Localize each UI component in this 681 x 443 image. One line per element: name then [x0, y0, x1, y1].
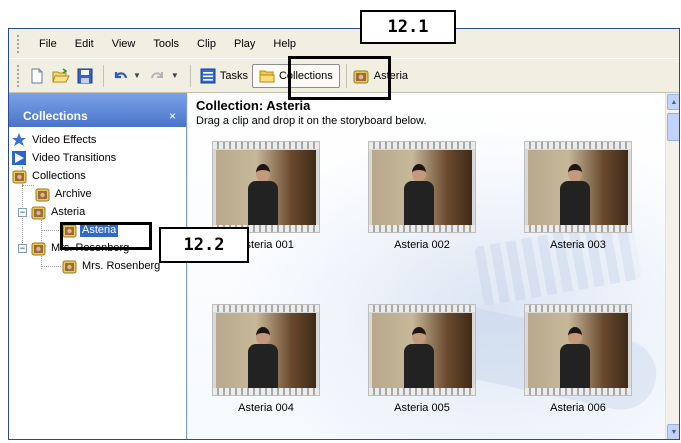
- undo-dropdown-arrow[interactable]: ▼: [133, 71, 141, 80]
- collections-button-highlight: [288, 56, 391, 100]
- menu-tools[interactable]: Tools: [144, 38, 188, 50]
- clip-image: [372, 313, 472, 389]
- tree-item-asteria-parent[interactable]: − Asteria: [9, 203, 186, 221]
- menu-help[interactable]: Help: [264, 38, 305, 50]
- collapse-icon[interactable]: −: [18, 243, 27, 253]
- scroll-down-button[interactable]: ▼: [667, 424, 679, 439]
- callout-12-2: 12.2: [159, 227, 249, 263]
- clip-image: [216, 313, 316, 389]
- tree-item-label: Asteria: [51, 206, 86, 218]
- save-icon: [77, 68, 93, 83]
- menu-edit[interactable]: Edit: [66, 38, 103, 50]
- clip-image: [216, 150, 316, 226]
- save-project-button[interactable]: [74, 65, 96, 87]
- tasks-button[interactable]: Tasks: [196, 64, 252, 88]
- close-pane-icon[interactable]: ×: [169, 109, 176, 123]
- asteria-collection-icon: [30, 204, 46, 220]
- clip-image: [528, 313, 628, 389]
- menu-bar: File Edit View Tools Clip Play Help: [9, 29, 679, 58]
- redo-button[interactable]: [147, 65, 169, 87]
- clip-thumbnail[interactable]: Asteria 002: [368, 141, 476, 251]
- redo-icon: [150, 71, 163, 78]
- toolbar-grip[interactable]: [17, 64, 20, 87]
- new-icon: [31, 68, 43, 83]
- collections-pane: Collections × Video Effects Video Transi…: [9, 93, 187, 439]
- collection-instructions: Drag a clip and drop it on the storyboar…: [196, 115, 427, 127]
- tasks-icon: [200, 68, 216, 83]
- clip-caption: Asteria 003: [550, 239, 606, 251]
- clip-frame: [212, 141, 320, 233]
- collections-folder-icon: [259, 70, 275, 82]
- clip-thumbnail[interactable]: Asteria 005: [368, 304, 476, 414]
- callout-12-1: 12.1: [360, 10, 456, 44]
- tree-item-label: Video Transitions: [32, 152, 117, 164]
- clip-frame: [212, 304, 320, 396]
- archive-collection-icon: [34, 186, 50, 202]
- collection-title: Collection: Asteria: [196, 98, 311, 113]
- toolbar-separator: [189, 64, 191, 87]
- collection-content-pane: Collection: Asteria Drag a clip and drop…: [188, 93, 679, 439]
- tree-item-archive[interactable]: Archive: [9, 185, 186, 203]
- tree-item-label: Mrs. Rosenberg: [82, 260, 161, 272]
- open-project-button[interactable]: [50, 65, 72, 87]
- undo-icon: [114, 71, 128, 78]
- clip-frame: [524, 304, 632, 396]
- clip-thumbnail[interactable]: Asteria 004: [212, 304, 320, 414]
- tree-item-collections[interactable]: Collections: [9, 167, 186, 185]
- clip-thumbnail[interactable]: Asteria 003: [524, 141, 632, 251]
- tree-item-label: Archive: [55, 188, 92, 200]
- tree-item-label: Video Effects: [32, 134, 97, 146]
- menu-play[interactable]: Play: [225, 38, 264, 50]
- tasks-label: Tasks: [219, 69, 248, 82]
- asteria-item-highlight: [60, 222, 152, 250]
- menubar-grip[interactable]: [17, 34, 20, 53]
- collections-root-icon: [11, 168, 27, 184]
- tree-item-label: Collections: [32, 170, 86, 182]
- scroll-thumb[interactable]: [667, 113, 679, 141]
- clip-caption: Asteria 005: [394, 402, 450, 414]
- collections-pane-title: Collections: [23, 109, 88, 123]
- new-project-button[interactable]: [26, 65, 48, 87]
- clip-caption: Asteria 006: [550, 402, 606, 414]
- video-transitions-icon: [11, 150, 27, 166]
- rosenberg-subcollection-icon: [61, 258, 77, 274]
- clip-frame: [368, 304, 476, 396]
- scroll-up-button[interactable]: ▲: [667, 94, 679, 110]
- clip-image: [528, 150, 628, 226]
- clip-image: [372, 150, 472, 226]
- tree-item-video-transitions[interactable]: Video Transitions: [9, 149, 186, 167]
- clip-thumbnail[interactable]: Asteria 006: [524, 304, 632, 414]
- toolbar-separator: [103, 64, 104, 87]
- undo-button[interactable]: [109, 65, 131, 87]
- open-icon: [52, 67, 70, 82]
- rosenberg-collection-icon: [30, 240, 46, 256]
- redo-dropdown-arrow[interactable]: ▼: [171, 71, 179, 80]
- tree-item-video-effects[interactable]: Video Effects: [9, 131, 186, 149]
- menu-view[interactable]: View: [103, 38, 145, 50]
- clip-caption: Asteria 004: [238, 402, 294, 414]
- vertical-scrollbar[interactable]: ▲ ▼: [665, 93, 679, 439]
- clip-frame: [368, 141, 476, 233]
- menu-clip[interactable]: Clip: [188, 38, 225, 50]
- clip-caption: Asteria 002: [394, 239, 450, 251]
- video-effects-star-icon: [11, 132, 27, 148]
- collapse-icon[interactable]: −: [18, 207, 27, 217]
- collections-pane-header: Collections ×: [9, 93, 186, 127]
- clip-frame: [524, 141, 632, 233]
- menu-file[interactable]: File: [30, 38, 66, 50]
